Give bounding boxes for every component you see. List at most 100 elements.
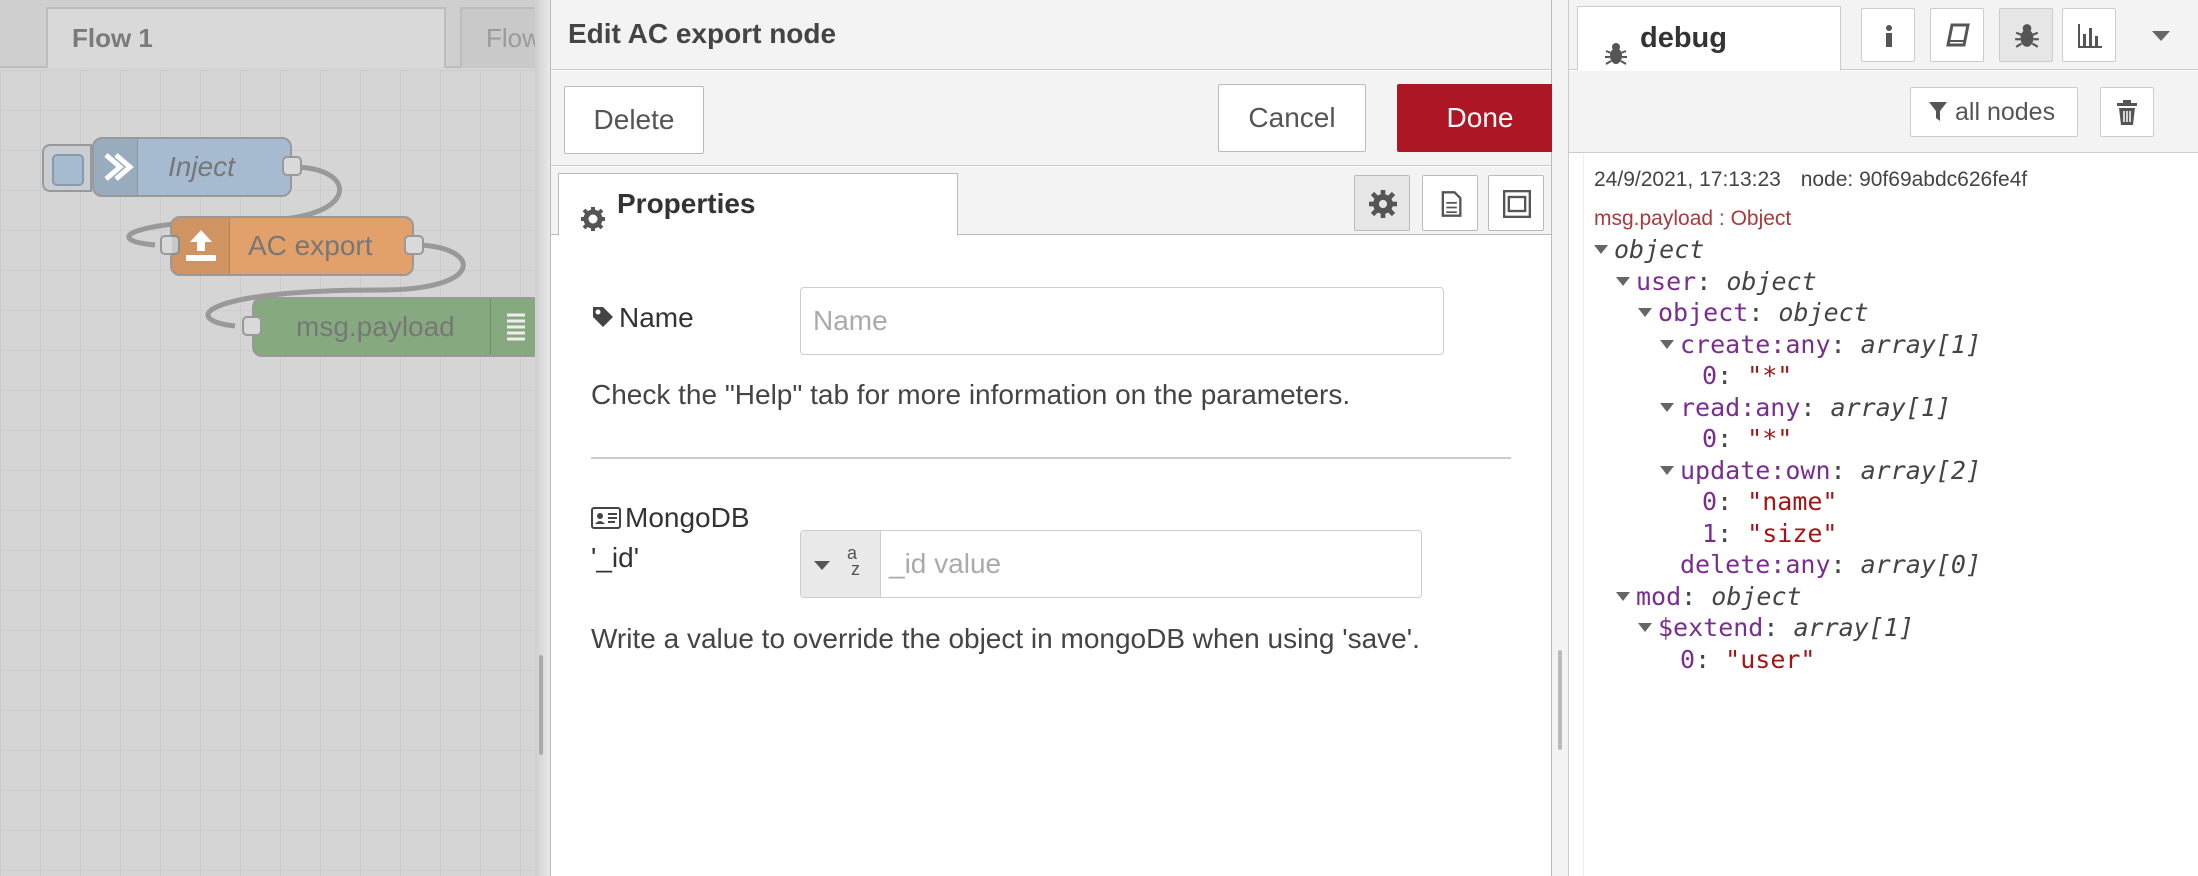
json-key: 0 xyxy=(1702,424,1718,453)
expand-triangle-icon[interactable] xyxy=(1616,276,1630,286)
ac-export-node-label: AC export xyxy=(248,230,373,261)
id-typed-input[interactable]: az _id value xyxy=(800,530,1422,598)
tab-flow-2[interactable]: Flow 2 xyxy=(460,7,535,68)
tab-flow-1[interactable]: Flow 1 xyxy=(46,7,446,68)
json-colon: : xyxy=(1681,581,1712,611)
json-colon: : xyxy=(1748,298,1779,327)
json-type: object xyxy=(1778,298,1869,327)
type-select-button[interactable]: az xyxy=(801,531,881,597)
json-tree-row[interactable]: $extend: array[1] xyxy=(1638,613,1914,643)
expand-triangle-icon[interactable] xyxy=(1660,339,1674,349)
json-tree-row[interactable]: object xyxy=(1594,235,1704,265)
tag-icon xyxy=(593,307,613,327)
tab-debug[interactable]: debug xyxy=(1577,6,1841,71)
delete-button[interactable]: Delete xyxy=(564,86,704,154)
json-type: array[2] xyxy=(1860,455,1982,485)
json-type: array[1] xyxy=(1793,613,1914,642)
json-colon: : xyxy=(1830,550,1861,579)
json-key: read:any xyxy=(1680,392,1801,422)
tray-resize-handle[interactable] xyxy=(539,655,543,755)
inject-node-label: Inject xyxy=(168,151,235,182)
json-type: object xyxy=(1726,266,1817,296)
expand-triangle-icon[interactable] xyxy=(1660,465,1674,475)
book-icon xyxy=(1946,23,1970,47)
tray-edge xyxy=(535,0,551,876)
workspace-tab-bar: Flow 1 Flow 2 xyxy=(0,0,535,68)
json-colon: : xyxy=(1717,424,1748,453)
mongodb-id-label: MongoDB '_id' xyxy=(591,498,750,578)
help-tab-button[interactable] xyxy=(1930,8,1984,62)
json-value: "size" xyxy=(1747,518,1838,548)
mongodb-label-line2: '_id' xyxy=(591,542,640,573)
json-tree-row[interactable]: update:own: array[2] xyxy=(1660,456,1981,486)
node-description-button[interactable] xyxy=(1422,175,1478,231)
filter-icon xyxy=(1929,102,1947,121)
json-tree-row: 1: "size" xyxy=(1702,519,1837,549)
tab-debug-label: debug xyxy=(1640,22,1727,54)
json-key: delete:any xyxy=(1680,550,1831,579)
tray-title: Edit AC export node xyxy=(568,18,837,49)
json-tree-row: delete:any: array[0] xyxy=(1680,550,1981,580)
json-value: "name" xyxy=(1747,487,1838,516)
ac-export-output-port[interactable] xyxy=(404,235,424,255)
json-key: create:any xyxy=(1680,329,1831,359)
inject-output-port[interactable] xyxy=(282,156,302,176)
info-icon xyxy=(1886,25,1892,47)
id-value-placeholder: _id value xyxy=(889,548,1002,579)
cancel-button[interactable]: Cancel xyxy=(1218,84,1366,152)
json-colon: : xyxy=(1763,613,1794,642)
json-key: 0 xyxy=(1680,644,1696,674)
dashboard-tab-button[interactable] xyxy=(2062,8,2116,62)
upload-icon xyxy=(172,218,230,274)
json-key: user xyxy=(1636,266,1697,296)
debug-tab-button[interactable] xyxy=(1999,8,2053,62)
list-icon[interactable] xyxy=(490,299,535,355)
file-icon xyxy=(1441,191,1462,217)
filter-all-nodes-button[interactable]: all nodes xyxy=(1910,87,2078,137)
sidebar-menu-caret-icon[interactable] xyxy=(2152,31,2170,41)
message-node-id[interactable]: node: 90f69abdc626fe4f xyxy=(1801,168,2028,191)
help-text: Check the "Help" tab for more informatio… xyxy=(591,379,1351,410)
message-topic: msg.payload : Object xyxy=(1594,207,1792,230)
expand-triangle-icon[interactable] xyxy=(1638,308,1652,317)
tray-toolbar: Delete Cancel Done xyxy=(551,71,1563,166)
chart-icon xyxy=(2078,24,2102,48)
properties-panel: Name Check the "Help" tab for more infor… xyxy=(551,236,1551,876)
json-tree-row[interactable]: mod: object xyxy=(1616,582,1802,612)
name-input[interactable] xyxy=(800,287,1444,355)
expand-triangle-icon[interactable] xyxy=(1616,591,1630,601)
edit-tray: Edit AC export node Delete Cancel Done P… xyxy=(551,0,1563,876)
info-tab-button[interactable] xyxy=(1861,8,1915,62)
message-timestamp: 24/9/2021, 17:13:23 xyxy=(1594,168,1781,191)
tab-properties-label: Properties xyxy=(617,188,756,219)
node-appearance-button[interactable] xyxy=(1488,175,1544,231)
json-tree-row[interactable]: create:any: array[1] xyxy=(1660,330,1981,360)
json-tree-row[interactable]: object: object xyxy=(1638,298,1869,328)
clear-messages-button[interactable] xyxy=(2100,87,2154,137)
node-settings-button[interactable] xyxy=(1354,175,1410,231)
json-key: mod xyxy=(1636,581,1682,611)
message-meta: 24/9/2021, 17:13:23 node: 90f69abdc626fe… xyxy=(1594,168,2027,192)
sidebar-resize-handle[interactable] xyxy=(1558,650,1562,750)
save-hint-text: Write a value to override the object in … xyxy=(591,623,1420,654)
section-divider xyxy=(591,457,1511,459)
debug-node-label: msg.payload xyxy=(296,311,455,342)
json-key: 0 xyxy=(1702,361,1718,390)
inject-node[interactable]: Inject xyxy=(92,137,302,197)
json-tree-row[interactable]: read:any: array[1] xyxy=(1660,393,1951,423)
inject-trigger-button[interactable] xyxy=(42,144,92,192)
json-tree-row[interactable]: user: object xyxy=(1616,267,1817,297)
debug-node[interactable]: msg.payload xyxy=(242,297,535,357)
done-button[interactable]: Done xyxy=(1397,84,1563,152)
tab-properties[interactable]: Properties xyxy=(558,173,958,236)
expand-triangle-icon[interactable] xyxy=(1638,623,1652,632)
json-key: 1 xyxy=(1702,518,1718,548)
filter-label: all nodes xyxy=(1955,98,2056,126)
expand-triangle-icon[interactable] xyxy=(1660,402,1674,412)
name-label-text: Name xyxy=(619,302,694,333)
debug-message: 24/9/2021, 17:13:23 node: 90f69abdc626fe… xyxy=(1583,154,2188,876)
debug-input-port[interactable] xyxy=(242,316,262,336)
expand-triangle-icon[interactable] xyxy=(1594,245,1608,254)
json-tree-row: 0: "user" xyxy=(1680,645,1815,675)
ac-export-node[interactable]: AC export xyxy=(160,216,424,276)
